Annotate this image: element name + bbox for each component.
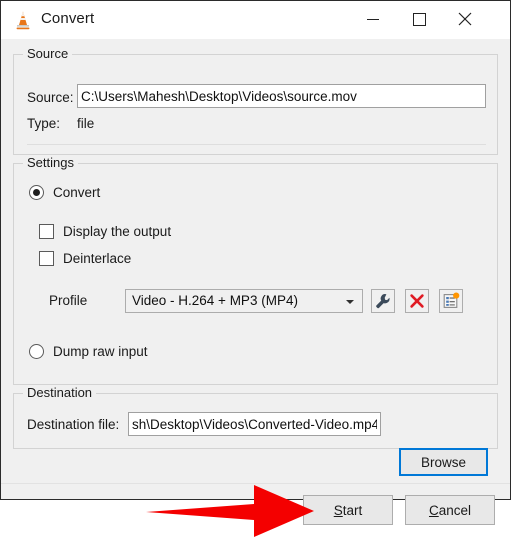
start-label-rest: tart — [342, 502, 363, 518]
convert-dialog-window: Convert Source Source: Type: file — [0, 0, 511, 537]
minimize-button[interactable] — [350, 1, 396, 38]
window-title: Convert — [41, 10, 95, 27]
display-output-checkbox[interactable]: Display the output — [39, 224, 171, 239]
close-button[interactable] — [442, 1, 488, 38]
source-separator — [27, 144, 486, 145]
deinterlace-label: Deinterlace — [63, 251, 132, 266]
edit-profile-button[interactable] — [371, 289, 395, 313]
dialog-client-area: Source Source: Type: file Settings Conve… — [1, 39, 510, 537]
new-profile-icon — [443, 292, 460, 308]
minimize-icon — [367, 19, 379, 20]
destination-file-input[interactable] — [128, 412, 381, 436]
title-bar: Convert — [1, 1, 510, 40]
radio-indicator-convert — [29, 185, 44, 200]
destination-file-label: Destination file: — [27, 417, 120, 432]
vlc-cone-icon — [12, 9, 34, 31]
profile-label: Profile — [49, 293, 88, 308]
convert-radio-label: Convert — [53, 185, 101, 200]
wrench-icon — [376, 294, 390, 309]
profile-selected-value: Video - H.264 + MP3 (MP4) — [132, 293, 298, 308]
profile-select[interactable]: Video - H.264 + MP3 (MP4) — [125, 289, 363, 313]
chevron-down-icon — [346, 300, 354, 304]
maximize-button[interactable] — [396, 1, 442, 38]
cancel-label-rest: ancel — [438, 502, 472, 518]
delete-profile-button[interactable] — [405, 289, 429, 313]
deinterlace-checkbox[interactable]: Deinterlace — [39, 251, 131, 266]
checkbox-indicator-display-output — [39, 224, 54, 239]
red-arrow-annotation — [146, 485, 314, 537]
start-accel-letter: S — [333, 502, 343, 518]
close-icon — [458, 12, 472, 26]
source-input[interactable] — [77, 84, 486, 108]
settings-group-legend: Settings — [23, 155, 78, 170]
display-output-label: Display the output — [63, 224, 172, 239]
type-label: Type: — [27, 116, 61, 131]
checkbox-indicator-deinterlace — [39, 251, 54, 266]
type-value: file — [77, 116, 95, 131]
source-label: Source: — [27, 90, 74, 105]
cancel-accel-letter: C — [428, 502, 439, 518]
browse-button[interactable]: Browse — [399, 448, 488, 476]
dump-raw-input-label: Dump raw input — [53, 344, 148, 359]
convert-radio[interactable]: Convert — [29, 185, 100, 200]
new-profile-button[interactable] — [439, 289, 463, 313]
source-group-legend: Source — [23, 46, 73, 61]
dump-raw-input-radio[interactable]: Dump raw input — [29, 344, 148, 359]
maximize-icon — [412, 13, 426, 26]
destination-group-legend: Destination — [23, 385, 97, 400]
footer-separator — [1, 483, 510, 484]
radio-indicator-dump-raw — [29, 344, 44, 359]
red-x-icon — [410, 294, 424, 308]
